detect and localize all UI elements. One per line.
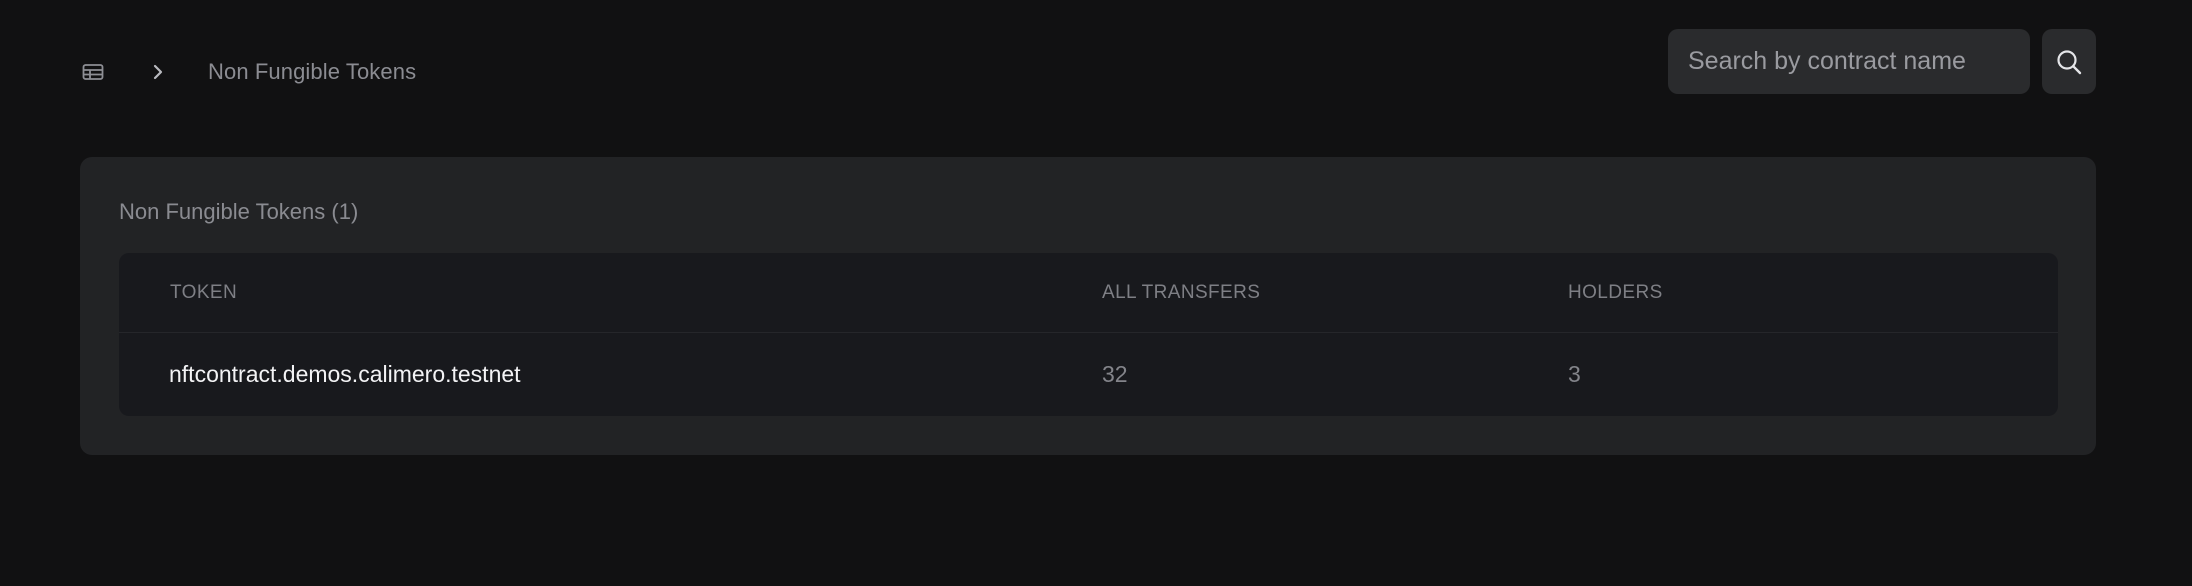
top-bar: Non Fungible Tokens	[0, 0, 2192, 120]
all-transfers-value: 32	[1102, 361, 1128, 387]
chevron-right-icon	[148, 62, 168, 82]
column-header-holders: HOLDERS	[1568, 282, 1663, 303]
breadcrumb-current: Non Fungible Tokens	[208, 59, 417, 84]
column-header-token: TOKEN	[170, 282, 238, 303]
nft-card: Non Fungible Tokens (1) TOKEN ALL TRANSF…	[80, 157, 2096, 455]
table-icon[interactable]	[80, 59, 106, 85]
table-header: TOKEN ALL TRANSFERS HOLDERS	[119, 253, 2058, 333]
holders-value: 3	[1568, 361, 1581, 387]
table-row[interactable]: nftcontract.demos.calimero.testnet 32 3	[119, 333, 2058, 416]
tokens-table: TOKEN ALL TRANSFERS HOLDERS nftcontract.…	[119, 253, 2058, 416]
card-title: Non Fungible Tokens (1)	[119, 199, 359, 224]
token-link[interactable]: nftcontract.demos.calimero.testnet	[169, 333, 521, 416]
column-header-all-transfers: ALL TRANSFERS	[1102, 282, 1261, 303]
breadcrumb: Non Fungible Tokens	[80, 52, 416, 92]
search-icon	[2055, 48, 2083, 76]
search-input[interactable]	[1668, 29, 2030, 94]
search-button[interactable]	[2042, 29, 2096, 94]
